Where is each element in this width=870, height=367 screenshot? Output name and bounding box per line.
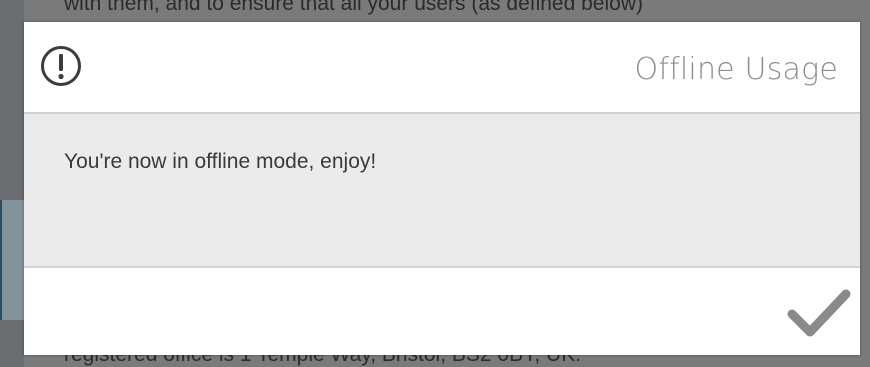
exclamation-circle-icon [40,45,82,87]
background-text-top: with them, and to ensure that all your u… [64,0,643,15]
checkmark-icon [787,289,851,337]
dialog-message: You're now in offline mode, enjoy! [64,150,377,173]
confirm-button[interactable] [786,286,852,340]
dialog-title: Offline Usage [634,52,838,87]
dialog-body: You're now in offline mode, enjoy! [24,114,860,268]
dialog-footer [24,268,860,355]
dialog-header: Offline Usage [24,22,860,114]
background-illustration [0,200,26,320]
offline-usage-dialog: Offline Usage You're now in offline mode… [24,22,860,355]
